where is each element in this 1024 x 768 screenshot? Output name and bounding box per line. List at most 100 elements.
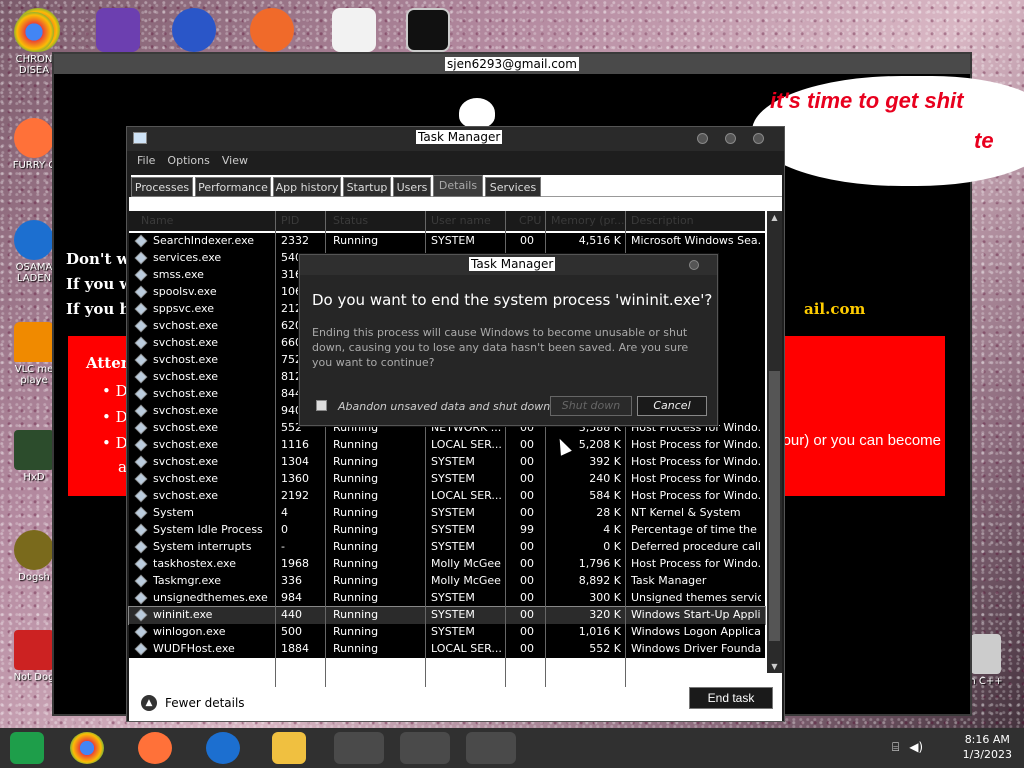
- process-memory: 8,892 K: [578, 574, 621, 587]
- scroll-thumb[interactable]: [769, 371, 780, 641]
- desktop-icon-label: n C++: [969, 676, 1003, 687]
- process-name: SearchIndexer.exe: [153, 234, 255, 247]
- process-name: unsignedthemes.exe: [153, 591, 268, 604]
- file-icon[interactable]: [332, 8, 376, 52]
- process-status: Running: [333, 591, 379, 604]
- process-memory: 392 K: [589, 455, 621, 468]
- fewer-details-label: Fewer details: [165, 696, 245, 710]
- maximize-icon[interactable]: [725, 133, 736, 144]
- column-name[interactable]: Name: [141, 214, 173, 227]
- minimize-icon[interactable]: [697, 133, 708, 144]
- tab-app-history[interactable]: App history: [273, 177, 341, 197]
- process-user: SYSTEM: [431, 591, 475, 604]
- network-icon[interactable]: ⌸: [892, 740, 899, 755]
- tab-processes[interactable]: Processes: [131, 177, 193, 197]
- table-row[interactable]: wininit.exe 440 Running SYSTEM 00 320 K Window…: [128, 606, 766, 625]
- process-icon: [134, 404, 148, 418]
- process-icon: [134, 557, 148, 571]
- process-icon: [134, 251, 148, 265]
- process-description: Windows Start-Up Appli...: [631, 608, 761, 621]
- column-cpu[interactable]: CPU: [519, 214, 541, 227]
- abandon-data-label[interactable]: Abandon unsaved data and shut down.: [338, 400, 554, 413]
- tab-performance[interactable]: Performance: [195, 177, 271, 197]
- dialog-titlebar[interactable]: Task Manager: [300, 255, 717, 275]
- tab-services[interactable]: Services: [485, 177, 541, 197]
- taskbar-app-icon-2[interactable]: [466, 732, 516, 764]
- start-button[interactable]: [10, 732, 44, 764]
- app-2-icon[interactable]: [172, 8, 216, 52]
- table-row[interactable]: System 4 Running SYSTEM 00 28 K NT Kernel & Sy…: [129, 505, 765, 522]
- ransom-line-2: If you w: [66, 275, 133, 293]
- table-row[interactable]: taskhostex.exe 1968 Running Molly McGee 00 1,…: [129, 556, 765, 573]
- comic-bubble-text-2: te: [974, 128, 994, 153]
- table-row[interactable]: svchost.exe 2192 Running LOCAL SER... 00 584 …: [129, 488, 765, 505]
- process-user: SYSTEM: [431, 540, 475, 553]
- taskbar-firefox-icon[interactable]: [138, 732, 172, 764]
- task-manager-titlebar[interactable]: Task Manager: [127, 127, 784, 151]
- table-row[interactable]: Taskmgr.exe 336 Running Molly McGee 00 8,892 …: [129, 573, 765, 590]
- process-icon: [134, 234, 148, 248]
- process-description: Microsoft Windows Sea...: [631, 234, 761, 247]
- taskbar-app-icon-1[interactable]: [400, 732, 450, 764]
- column-user[interactable]: User name: [431, 214, 491, 227]
- cancel-button[interactable]: Cancel: [637, 396, 707, 416]
- process-name: svchost.exe: [153, 438, 219, 451]
- process-user: LOCAL SER...: [431, 642, 502, 655]
- taskbar-obama-icon[interactable]: [206, 732, 240, 764]
- table-row[interactable]: winlogon.exe 500 Running SYSTEM 00 1,016 K Win…: [129, 624, 765, 641]
- desktop-icon-label: FURRY C: [12, 160, 56, 171]
- table-row[interactable]: svchost.exe 1360 Running SYSTEM 00 240 K Host …: [129, 471, 765, 488]
- column-memory[interactable]: Memory (pr...: [551, 214, 625, 227]
- menu-file[interactable]: File: [131, 151, 161, 171]
- close-icon[interactable]: [753, 133, 764, 144]
- process-memory: 320 K: [589, 608, 621, 621]
- dialog-title: Task Manager: [469, 257, 556, 271]
- process-icon: [134, 353, 148, 367]
- menu-view[interactable]: View: [216, 151, 254, 171]
- cmd-icon[interactable]: [406, 8, 450, 52]
- process-description: NT Kernel & System: [631, 506, 741, 519]
- bullet-3: • D: [102, 434, 128, 452]
- process-status: Running: [333, 489, 379, 502]
- table-row[interactable]: System interrupts - Running SYSTEM 00 0 K Defe…: [129, 539, 765, 556]
- clock-time: 8:16 AM: [964, 733, 1010, 746]
- scroll-down-icon[interactable]: ▼: [769, 661, 780, 672]
- table-row[interactable]: svchost.exe 1304 Running SYSTEM 00 392 K Host …: [129, 454, 765, 471]
- table-row[interactable]: unsignedthemes.exe 984 Running SYSTEM 00 300 …: [129, 590, 765, 607]
- fewer-details-link[interactable]: ▲ Fewer details: [141, 695, 245, 711]
- scroll-up-icon[interactable]: ▲: [769, 212, 780, 223]
- process-memory: 28 K: [596, 506, 621, 519]
- column-pid[interactable]: PID: [281, 214, 299, 227]
- table-row[interactable]: System Idle Process 0 Running SYSTEM 99 4 K Pe…: [129, 522, 765, 539]
- taskbar-file-explorer-icon[interactable]: [272, 732, 306, 764]
- table-row[interactable]: WUDFHost.exe 1884 Running LOCAL SER... 00 552…: [129, 641, 765, 658]
- taskbar-chrome-icon[interactable]: [70, 732, 104, 764]
- column-status[interactable]: Status: [333, 214, 368, 227]
- recycle-bin-icon: [971, 634, 1001, 674]
- attention-heading: Atten: [86, 354, 132, 372]
- process-cpu: 00: [520, 591, 534, 604]
- process-name: svchost.exe: [153, 455, 219, 468]
- table-row[interactable]: SearchIndexer.exe 2332 Running SYSTEM 00 4,51…: [129, 233, 765, 250]
- volume-icon[interactable]: ◀): [909, 740, 923, 755]
- clock[interactable]: 8:16 AM 1/3/2023: [963, 732, 1012, 762]
- end-task-button[interactable]: End task: [689, 687, 773, 709]
- process-icon: [134, 421, 148, 435]
- menu-options[interactable]: Options: [161, 151, 215, 171]
- shut-down-button[interactable]: Shut down: [550, 396, 632, 416]
- tab-details[interactable]: Details: [433, 175, 483, 197]
- column-description[interactable]: Description: [631, 214, 694, 227]
- vertical-scrollbar[interactable]: ▲ ▼: [767, 211, 782, 673]
- abandon-data-checkbox[interactable]: [316, 400, 327, 411]
- app-p-icon[interactable]: [250, 8, 294, 52]
- process-icon: [134, 302, 148, 316]
- table-row[interactable]: svchost.exe 1116 Running LOCAL SER... 00 5,20…: [129, 437, 765, 454]
- dialog-close-icon[interactable]: [689, 260, 699, 270]
- tab-users[interactable]: Users: [393, 177, 431, 197]
- visual-studio-icon[interactable]: [96, 8, 140, 52]
- dialog-question: Do you want to end the system process 'w…: [312, 291, 713, 309]
- process-icon: [134, 387, 148, 401]
- process-cpu: 00: [520, 625, 534, 638]
- taskbar-task-manager-icon[interactable]: [334, 732, 384, 764]
- tab-startup[interactable]: Startup: [343, 177, 391, 197]
